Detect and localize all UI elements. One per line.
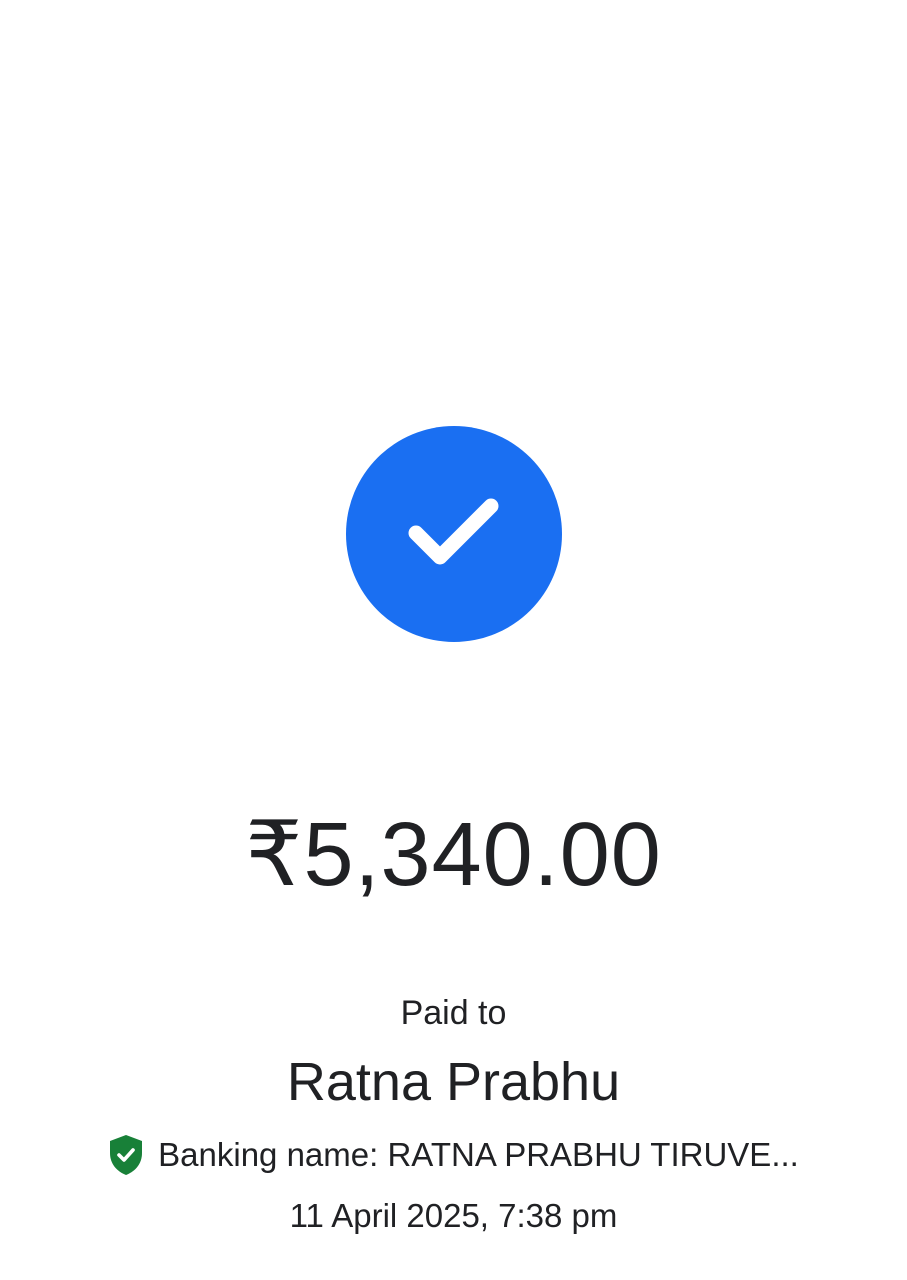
banking-name-text: Banking name: RATNA PRABHU TIRUVE... bbox=[158, 1136, 799, 1173]
payee-name: Ratna Prabhu bbox=[286, 1052, 621, 1112]
payment-datetime: 11 April 2025, 7:38 pm bbox=[289, 1197, 618, 1234]
check-icon bbox=[408, 498, 499, 565]
payment-success-badge bbox=[346, 426, 562, 642]
paid-to-label: Paid to bbox=[400, 994, 507, 1032]
payment-amount: ₹5,340.00 bbox=[245, 805, 662, 905]
verified-shield-icon bbox=[110, 1135, 143, 1175]
banking-name-row: Banking name: RATNA PRABHU TIRUVE... bbox=[0, 1132, 907, 1178]
